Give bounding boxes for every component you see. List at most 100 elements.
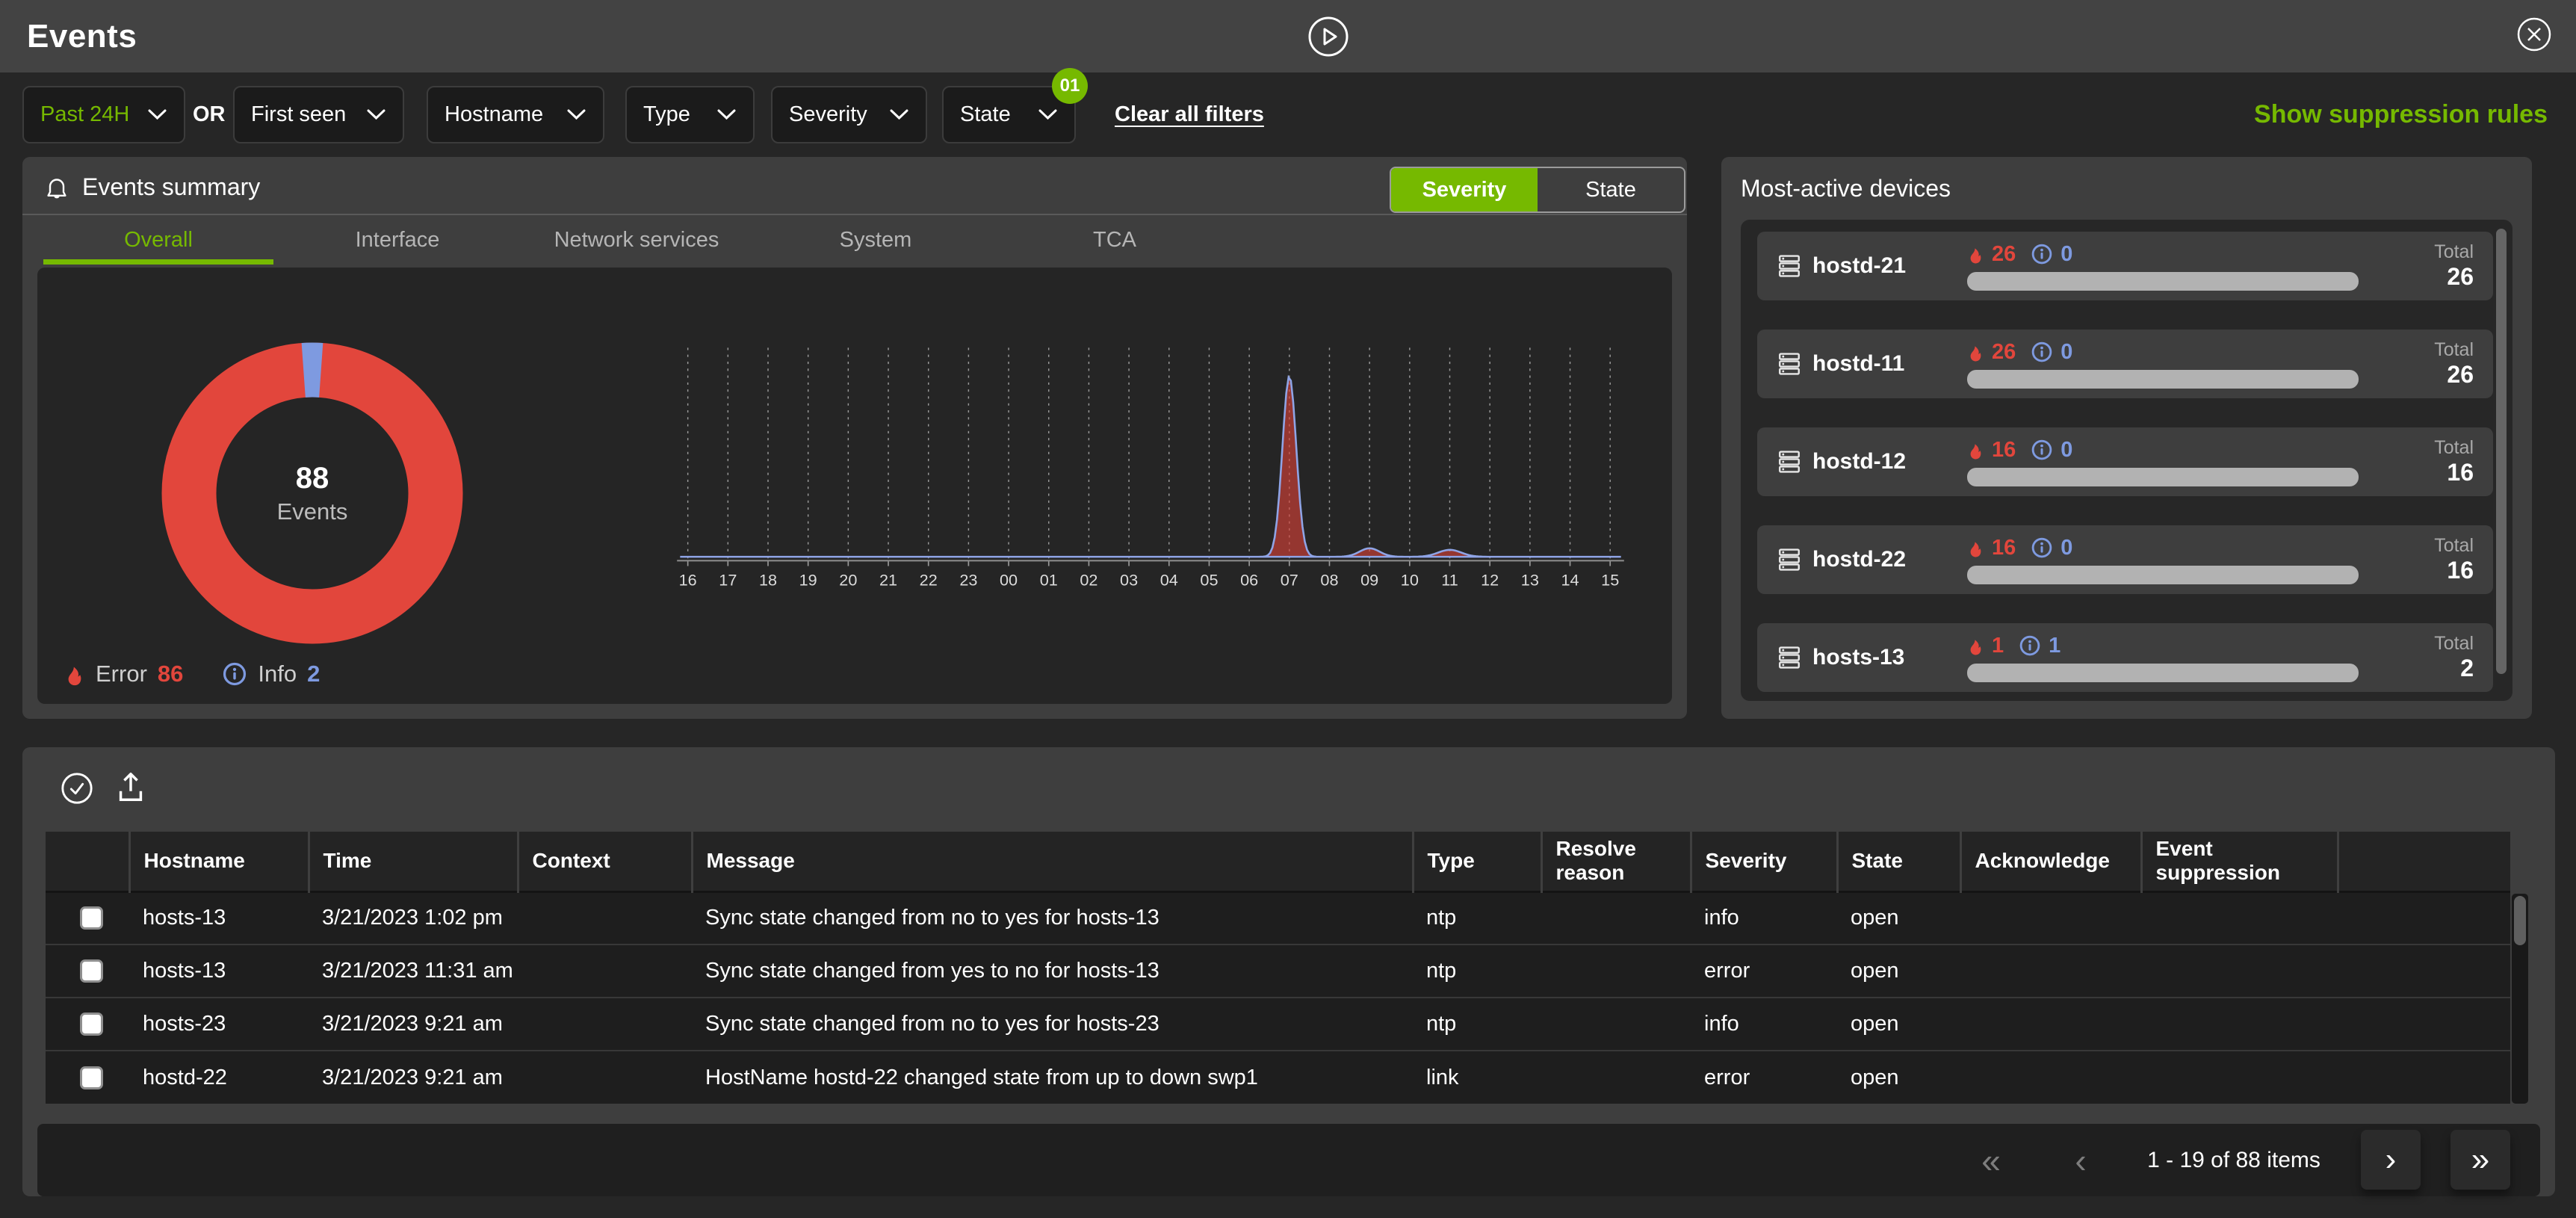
cell-resolve-reason [1541, 891, 1691, 945]
time-range-dropdown[interactable]: Past 24H [22, 86, 185, 143]
devices-list: hostd-21 26 0 Total 26 hostd-11 [1741, 220, 2512, 701]
toggle-severity[interactable]: Severity [1391, 168, 1538, 211]
device-card-hostd-12[interactable]: hostd-12 16 0 Total 16 [1757, 427, 2493, 496]
col-event-suppression[interactable]: Event suppression [2141, 832, 2338, 891]
table-scrollbar-thumb[interactable] [2514, 896, 2526, 945]
hostname-dropdown[interactable]: Hostname [427, 86, 604, 143]
bell-icon [43, 174, 70, 201]
device-name: hostd-21 [1812, 253, 1906, 279]
last-page-button[interactable]: » [2450, 1130, 2510, 1190]
device-error-count: 26 [1992, 242, 2016, 267]
device-error-count: 16 [1992, 536, 2016, 560]
error-flame-icon [1967, 635, 1984, 656]
tab-system[interactable]: System [756, 215, 995, 265]
row-checkbox[interactable] [80, 1066, 103, 1089]
check-circle-icon [60, 771, 94, 806]
row-checkbox[interactable] [80, 959, 103, 983]
devices-scrollbar[interactable] [2496, 229, 2507, 674]
device-activity-bar [1967, 370, 2359, 389]
col-severity[interactable]: Severity [1691, 832, 1837, 891]
row-checkbox[interactable] [80, 906, 103, 930]
device-error-count: 1 [1992, 634, 2004, 658]
acknowledge-button[interactable] [60, 771, 94, 806]
row-checkbox[interactable] [80, 1013, 103, 1036]
show-suppression-rules-link[interactable]: Show suppression rules [2254, 86, 2548, 143]
device-card-hostd-11[interactable]: hostd-11 26 0 Total 26 [1757, 330, 2493, 398]
device-activity-bar [1967, 468, 2359, 486]
most-active-devices-panel: Most-active devices hostd-21 26 0 [1721, 157, 2532, 719]
device-card-hostd-22[interactable]: hostd-22 16 0 Total 16 [1757, 525, 2493, 594]
svg-text:05: 05 [1200, 570, 1218, 589]
svg-text:14: 14 [1561, 570, 1579, 589]
col-resolve-reason[interactable]: Resolve reason [1541, 832, 1691, 891]
col-acknowledge[interactable]: Acknowledge [1960, 832, 2141, 891]
cell-resolve-reason [1541, 945, 1691, 998]
next-page-button[interactable]: › [2361, 1130, 2421, 1190]
error-flame-icon [1967, 341, 1984, 362]
device-error-count: 26 [1992, 340, 2016, 365]
table-row[interactable]: hosts-23 3/21/2023 9:21 am Sync state ch… [46, 998, 2510, 1051]
cell-hostname: hosts-13 [129, 891, 309, 945]
col-context[interactable]: Context [518, 832, 692, 891]
cell-state: open [1837, 1051, 1960, 1104]
cell-event-suppression [2141, 891, 2338, 945]
chevron-down-icon [566, 108, 586, 121]
svg-text:08: 08 [1320, 570, 1338, 589]
device-info-count: 0 [2061, 340, 2072, 365]
cell-message: Sync state changed from no to yes for ho… [692, 891, 1413, 945]
col-message[interactable]: Message [692, 832, 1413, 891]
device-error-count: 16 [1992, 438, 2016, 463]
col-state[interactable]: State [1837, 832, 1960, 891]
col-time[interactable]: Time [309, 832, 518, 891]
play-button[interactable] [1307, 15, 1350, 58]
cell-context [518, 891, 692, 945]
cell-acknowledge [1960, 998, 2141, 1051]
cell-acknowledge [1960, 1051, 2141, 1104]
server-icon [1777, 547, 1802, 572]
events-summary-panel: Events summary Severity State Overall In… [22, 157, 1687, 719]
total-label: Total [2391, 535, 2474, 557]
col-type[interactable]: Type [1413, 832, 1541, 891]
error-flame-icon [1967, 244, 1984, 265]
table-scrollbar[interactable] [2512, 894, 2528, 1104]
svg-text:18: 18 [759, 570, 777, 589]
hostname-label: Hostname [445, 102, 543, 127]
svg-text:12: 12 [1481, 570, 1499, 589]
table-row[interactable]: hostd-22 3/21/2023 9:21 am HostName host… [46, 1051, 2510, 1104]
device-info-count: 0 [2061, 242, 2072, 267]
close-icon [2516, 16, 2552, 52]
type-dropdown[interactable]: Type [625, 86, 755, 143]
export-button[interactable] [114, 770, 148, 804]
tab-overall[interactable]: Overall [39, 215, 278, 265]
legend-error-value: 86 [158, 661, 183, 687]
first-seen-dropdown[interactable]: First seen [233, 86, 404, 143]
info-icon [2031, 439, 2053, 461]
play-icon [1307, 15, 1350, 58]
chart-legend: Error 86 Info 2 [64, 661, 320, 687]
device-card-hosts-13[interactable]: hosts-13 1 1 Total 2 [1757, 623, 2493, 692]
cell-event-suppression [2141, 998, 2338, 1051]
clear-all-filters-link[interactable]: Clear all filters [1115, 86, 1264, 143]
tab-network-services[interactable]: Network services [517, 215, 756, 265]
svg-text:23: 23 [959, 570, 977, 589]
cell-severity: info [1691, 998, 1837, 1051]
info-icon [2031, 243, 2053, 265]
error-flame-icon [64, 661, 85, 687]
toggle-state[interactable]: State [1538, 168, 1684, 211]
svg-text:02: 02 [1080, 570, 1097, 589]
close-button[interactable] [2516, 16, 2552, 52]
info-icon [222, 661, 247, 687]
svg-text:22: 22 [920, 570, 938, 589]
severity-dropdown[interactable]: Severity [771, 86, 927, 143]
tab-interface[interactable]: Interface [278, 215, 517, 265]
first-page-button[interactable]: « [1969, 1124, 2013, 1196]
svg-text:00: 00 [1000, 570, 1018, 589]
table-row[interactable]: hosts-13 3/21/2023 11:31 am Sync state c… [46, 945, 2510, 998]
tab-tca[interactable]: TCA [995, 215, 1234, 265]
cell-acknowledge [1960, 891, 2141, 945]
total-label: Total [2391, 437, 2474, 459]
table-row[interactable]: hosts-13 3/21/2023 1:02 pm Sync state ch… [46, 891, 2510, 945]
device-card-hostd-21[interactable]: hostd-21 26 0 Total 26 [1757, 232, 2493, 300]
col-hostname[interactable]: Hostname [129, 832, 309, 891]
prev-page-button[interactable]: ‹ [2058, 1124, 2103, 1196]
